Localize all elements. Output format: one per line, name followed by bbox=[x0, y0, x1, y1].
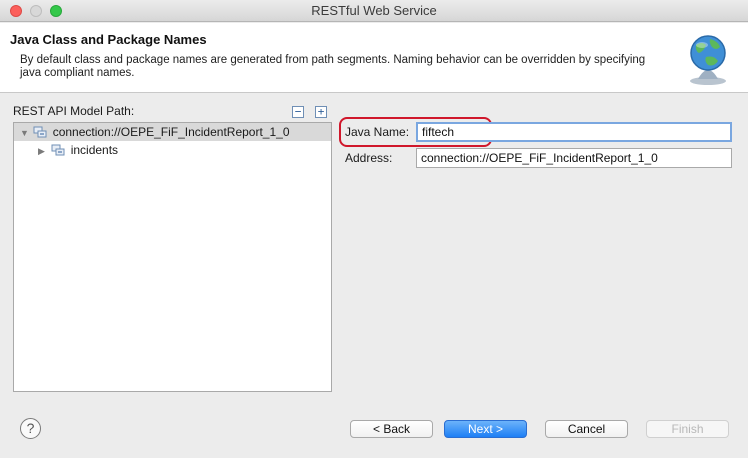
java-name-label: Java Name: bbox=[345, 125, 410, 139]
finish-button[interactable]: Finish bbox=[646, 420, 729, 438]
collapsed-triangle-icon[interactable]: ▶ bbox=[38, 142, 48, 160]
tree-item-label: connection://OEPE_FiF_IncidentReport_1_0 bbox=[52, 125, 290, 139]
wizard-banner: Java Class and Package Names By default … bbox=[0, 23, 748, 93]
next-button[interactable]: Next > bbox=[444, 420, 527, 438]
page-description: By default class and package names are g… bbox=[20, 54, 646, 79]
tree-item-connection[interactable]: ▼ connection://OEPE_FiF_IncidentReport_1… bbox=[14, 123, 331, 141]
globe-icon bbox=[690, 35, 726, 85]
tree-item-label: incidents bbox=[70, 143, 119, 157]
help-button[interactable]: ? bbox=[20, 418, 41, 439]
minimize-window-button[interactable] bbox=[30, 5, 42, 17]
tree-panel-label: REST API Model Path: bbox=[13, 104, 135, 118]
model-path-tree[interactable]: ▼ connection://OEPE_FiF_IncidentReport_1… bbox=[13, 122, 332, 392]
address-label: Address: bbox=[345, 151, 393, 165]
title-bar: RESTful Web Service bbox=[0, 0, 748, 22]
expand-all-button[interactable]: + bbox=[315, 106, 327, 118]
expanded-triangle-icon[interactable]: ▼ bbox=[20, 124, 30, 142]
java-name-input[interactable]: fiftech bbox=[416, 122, 732, 142]
rest-resource-icon bbox=[33, 126, 47, 138]
window-title: RESTful Web Service bbox=[311, 3, 437, 18]
rest-resource-icon bbox=[51, 144, 65, 156]
back-button[interactable]: < Back bbox=[350, 420, 433, 438]
address-field[interactable]: connection://OEPE_FiF_IncidentReport_1_0 bbox=[416, 148, 732, 168]
zoom-window-button[interactable] bbox=[50, 5, 62, 17]
close-window-button[interactable] bbox=[10, 5, 22, 17]
tree-item-incidents[interactable]: ▶ incidents bbox=[38, 141, 118, 159]
collapse-all-button[interactable]: − bbox=[292, 106, 304, 118]
page-title: Java Class and Package Names bbox=[10, 32, 207, 47]
cancel-button[interactable]: Cancel bbox=[545, 420, 628, 438]
